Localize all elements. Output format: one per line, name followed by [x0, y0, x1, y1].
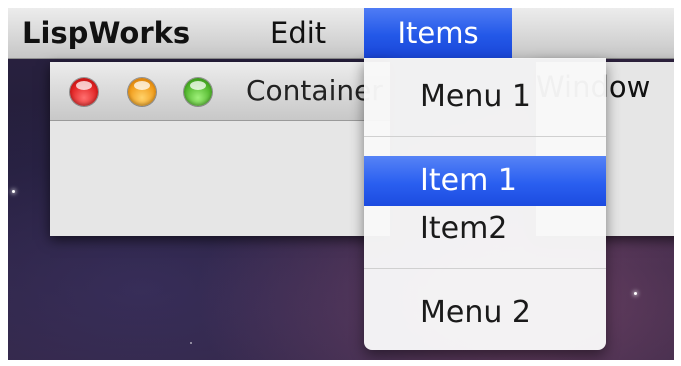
- star: [634, 292, 637, 295]
- window-titlebar[interactable]: Container: [50, 62, 390, 121]
- star: [12, 190, 15, 193]
- zoom-button[interactable]: [184, 78, 212, 106]
- menu-item-label: Item 1: [420, 163, 517, 198]
- menu-item-item-1[interactable]: Item 1: [364, 156, 606, 206]
- minimize-button[interactable]: [128, 78, 156, 106]
- container-window: Container: [50, 62, 390, 236]
- edit-menu[interactable]: Edit: [270, 8, 326, 58]
- menu-item-label: Menu 2: [420, 295, 531, 330]
- window-title: Container: [246, 74, 383, 107]
- menu-separator: [364, 136, 606, 137]
- close-button[interactable]: [70, 78, 98, 106]
- star: [190, 342, 192, 344]
- items-dropdown-menu: Menu 1 Item 1 Item2 Menu 2: [364, 58, 606, 350]
- menu-bar: LispWorks Edit Items Window: [8, 8, 674, 236]
- menu-item-menu-2[interactable]: Menu 2: [364, 288, 606, 338]
- menu-item-label: Menu 1: [420, 79, 531, 114]
- items-menu[interactable]: Items: [364, 8, 512, 58]
- menu-item-label: Item2: [420, 211, 508, 246]
- menu-separator: [364, 268, 606, 269]
- desktop: LispWorks Edit Items Window Container Me…: [8, 8, 674, 360]
- app-menu[interactable]: LispWorks: [22, 8, 190, 58]
- menu-item-menu-1[interactable]: Menu 1: [364, 72, 606, 122]
- menu-item-item2[interactable]: Item2: [364, 204, 606, 254]
